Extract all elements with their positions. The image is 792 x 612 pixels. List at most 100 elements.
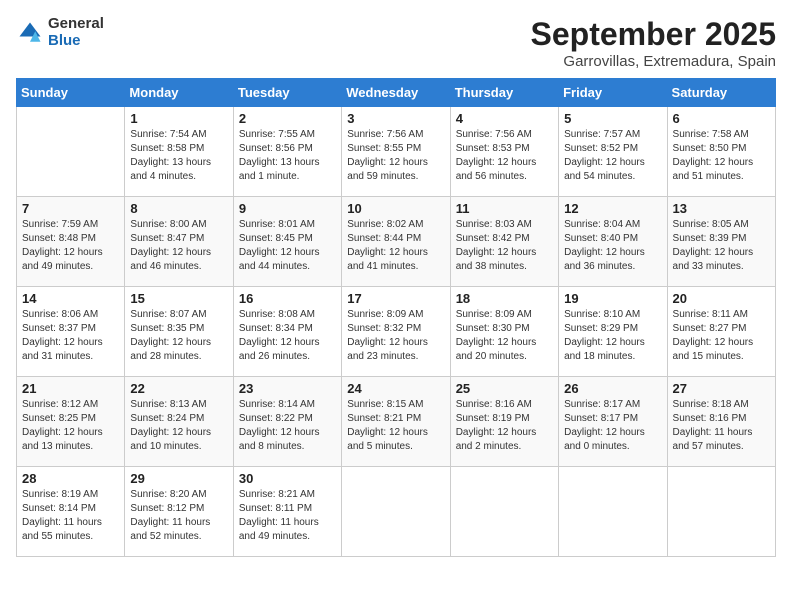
day-number: 17: [347, 291, 444, 306]
header-monday: Monday: [125, 79, 233, 107]
day-number: 30: [239, 471, 336, 486]
day-info: Sunrise: 8:03 AMSunset: 8:42 PMDaylight:…: [456, 218, 553, 274]
day-info: Sunrise: 7:55 AMSunset: 8:56 PMDaylight:…: [239, 128, 336, 184]
logo-general: General: [48, 16, 104, 33]
day-info: Sunrise: 8:09 AMSunset: 8:32 PMDaylight:…: [347, 308, 444, 364]
day-number: 8: [130, 201, 227, 216]
day-cell: 4Sunrise: 7:56 AMSunset: 8:53 PMDaylight…: [450, 107, 558, 197]
day-cell: [667, 467, 775, 557]
day-number: 5: [564, 111, 661, 126]
day-number: 1: [130, 111, 227, 126]
day-cell: 5 Sunrise: 7:57 AMSunset: 8:52 PMDaylight…: [559, 107, 667, 197]
day-number: 14: [22, 291, 119, 306]
day-info: Sunrise: 8:10 AMSunset: 8:29 PMDaylight:…: [564, 308, 661, 364]
week-row-2: 14 Sunrise: 8:06 AMSunset: 8:37 PMDayligh…: [17, 287, 776, 377]
day-number: 4: [456, 111, 553, 126]
day-info: Sunrise: 7:58 AMSunset: 8:50 PMDaylight:…: [673, 128, 770, 184]
day-number: 22: [130, 381, 227, 396]
day-info: Sunrise: 8:09 AMSunset: 8:30 PMDaylight:…: [456, 308, 553, 364]
day-info: Sunrise: 7:57 AMSunset: 8:52 PMDaylight:…: [564, 128, 661, 184]
day-info: Sunrise: 8:08 AMSunset: 8:34 PMDaylight:…: [239, 308, 336, 364]
header-sunday: Sunday: [17, 79, 125, 107]
day-number: 26: [564, 381, 661, 396]
day-cell: 29Sunrise: 8:20 AMSunset: 8:12 PMDayligh…: [125, 467, 233, 557]
day-info: Sunrise: 8:07 AMSunset: 8:35 PMDaylight:…: [130, 308, 227, 364]
day-number: 23: [239, 381, 336, 396]
location: Garrovillas, Extremadura, Spain: [531, 53, 776, 70]
day-number: 9: [239, 201, 336, 216]
day-number: 20: [673, 291, 770, 306]
day-cell: 10 Sunrise: 8:02 AMSunset: 8:44 PMDayligh…: [342, 197, 450, 287]
day-info: Sunrise: 7:54 AMSunset: 8:58 PMDaylight:…: [130, 128, 227, 184]
header-wednesday: Wednesday: [342, 79, 450, 107]
calendar-header-row: SundayMondayTuesdayWednesdayThursdayFrid…: [17, 79, 776, 107]
day-cell: 13 Sunrise: 8:05 AMSunset: 8:39 PMDayligh…: [667, 197, 775, 287]
day-number: 18: [456, 291, 553, 306]
day-cell: 19 Sunrise: 8:10 AMSunset: 8:29 PMDayligh…: [559, 287, 667, 377]
day-info: Sunrise: 8:06 AMSunset: 8:37 PMDaylight:…: [22, 308, 119, 364]
day-number: 13: [673, 201, 770, 216]
day-number: 15: [130, 291, 227, 306]
day-number: 16: [239, 291, 336, 306]
logo: General Blue: [16, 16, 104, 49]
day-number: 19: [564, 291, 661, 306]
day-cell: 30 Sunrise: 8:21 AMSunset: 8:11 PMDayligh…: [233, 467, 341, 557]
day-cell: 12Sunrise: 8:04 AMSunset: 8:40 PMDayligh…: [559, 197, 667, 287]
day-number: 6: [673, 111, 770, 126]
week-row-4: 28 Sunrise: 8:19 AMSunset: 8:14 PMDayligh…: [17, 467, 776, 557]
week-row-3: 21Sunrise: 8:12 AMSunset: 8:25 PMDayligh…: [17, 377, 776, 467]
day-cell: 7Sunrise: 7:59 AMSunset: 8:48 PMDaylight…: [17, 197, 125, 287]
day-info: Sunrise: 8:20 AMSunset: 8:12 PMDaylight:…: [130, 488, 227, 544]
month-title: September 2025: [531, 16, 776, 53]
day-number: 10: [347, 201, 444, 216]
day-number: 27: [673, 381, 770, 396]
day-number: 7: [22, 201, 119, 216]
day-info: Sunrise: 8:14 AMSunset: 8:22 PMDaylight:…: [239, 398, 336, 454]
day-number: 28: [22, 471, 119, 486]
day-info: Sunrise: 8:01 AMSunset: 8:45 PMDaylight:…: [239, 218, 336, 274]
day-cell: 1 Sunrise: 7:54 AMSunset: 8:58 PMDaylight…: [125, 107, 233, 197]
day-number: 11: [456, 201, 553, 216]
day-cell: 17 Sunrise: 8:09 AMSunset: 8:32 PMDayligh…: [342, 287, 450, 377]
day-info: Sunrise: 8:13 AMSunset: 8:24 PMDaylight:…: [130, 398, 227, 454]
day-cell: 2 Sunrise: 7:55 AMSunset: 8:56 PMDaylight…: [233, 107, 341, 197]
logo-icon: [16, 19, 44, 47]
day-info: Sunrise: 8:15 AMSunset: 8:21 PMDaylight:…: [347, 398, 444, 454]
day-info: Sunrise: 8:11 AMSunset: 8:27 PMDaylight:…: [673, 308, 770, 364]
day-cell: 15 Sunrise: 8:07 AMSunset: 8:35 PMDayligh…: [125, 287, 233, 377]
day-cell: 24 Sunrise: 8:15 AMSunset: 8:21 PMDayligh…: [342, 377, 450, 467]
day-number: 24: [347, 381, 444, 396]
header-tuesday: Tuesday: [233, 79, 341, 107]
day-number: 25: [456, 381, 553, 396]
day-cell: 23 Sunrise: 8:14 AMSunset: 8:22 PMDayligh…: [233, 377, 341, 467]
header-saturday: Saturday: [667, 79, 775, 107]
day-number: 12: [564, 201, 661, 216]
day-number: 2: [239, 111, 336, 126]
day-cell: 28 Sunrise: 8:19 AMSunset: 8:14 PMDayligh…: [17, 467, 125, 557]
day-info: Sunrise: 8:05 AMSunset: 8:39 PMDaylight:…: [673, 218, 770, 274]
day-info: Sunrise: 8:02 AMSunset: 8:44 PMDaylight:…: [347, 218, 444, 274]
day-cell: 22 Sunrise: 8:13 AMSunset: 8:24 PMDayligh…: [125, 377, 233, 467]
day-cell: [17, 107, 125, 197]
day-cell: 8 Sunrise: 8:00 AMSunset: 8:47 PMDaylight…: [125, 197, 233, 287]
day-info: Sunrise: 8:12 AMSunset: 8:25 PMDaylight:…: [22, 398, 119, 454]
title-block: September 2025 Garrovillas, Extremadura,…: [531, 16, 776, 70]
day-info: Sunrise: 8:00 AMSunset: 8:47 PMDaylight:…: [130, 218, 227, 274]
day-cell: [559, 467, 667, 557]
day-info: Sunrise: 8:19 AMSunset: 8:14 PMDaylight:…: [22, 488, 119, 544]
logo-blue: Blue: [48, 33, 104, 50]
day-cell: 3 Sunrise: 7:56 AMSunset: 8:55 PMDaylight…: [342, 107, 450, 197]
page-header: General Blue September 2025 Garrovillas,…: [16, 16, 776, 70]
day-cell: 27Sunrise: 8:18 AMSunset: 8:16 PMDayligh…: [667, 377, 775, 467]
day-cell: 18 Sunrise: 8:09 AMSunset: 8:30 PMDayligh…: [450, 287, 558, 377]
day-cell: 25Sunrise: 8:16 AMSunset: 8:19 PMDayligh…: [450, 377, 558, 467]
day-cell: 16 Sunrise: 8:08 AMSunset: 8:34 PMDayligh…: [233, 287, 341, 377]
day-cell: 21Sunrise: 8:12 AMSunset: 8:25 PMDayligh…: [17, 377, 125, 467]
day-info: Sunrise: 7:56 AMSunset: 8:55 PMDaylight:…: [347, 128, 444, 184]
day-cell: 20 Sunrise: 8:11 AMSunset: 8:27 PMDayligh…: [667, 287, 775, 377]
day-info: Sunrise: 8:21 AMSunset: 8:11 PMDaylight:…: [239, 488, 336, 544]
week-row-0: 1 Sunrise: 7:54 AMSunset: 8:58 PMDaylight…: [17, 107, 776, 197]
header-friday: Friday: [559, 79, 667, 107]
day-number: 3: [347, 111, 444, 126]
day-cell: [450, 467, 558, 557]
